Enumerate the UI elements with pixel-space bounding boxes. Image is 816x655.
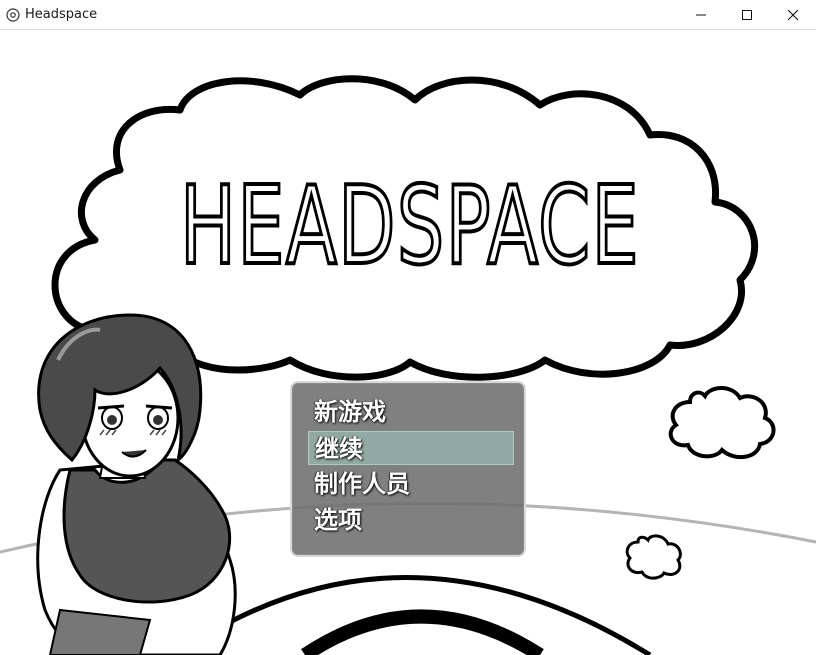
game-canvas[interactable]: HEADSPACE 新游戏 继续 制作人员 选项	[0, 30, 816, 655]
menu-item-credits[interactable]: 制作人员	[308, 467, 514, 501]
small-cloud-1	[668, 386, 776, 460]
title-bar: Headspace	[0, 0, 816, 30]
maximize-button[interactable]	[724, 0, 770, 30]
minimize-button[interactable]	[678, 0, 724, 30]
menu-item-continue[interactable]: 继续	[308, 431, 514, 465]
main-menu: 新游戏 继续 制作人员 选项	[290, 381, 526, 557]
window-title: Headspace	[25, 7, 98, 22]
close-icon	[787, 9, 799, 21]
title-scene-art	[0, 75, 816, 655]
app-icon	[6, 8, 20, 22]
close-button[interactable]	[770, 0, 816, 30]
planet-inner-arc	[301, 609, 544, 655]
menu-item-options[interactable]: 选项	[308, 503, 514, 537]
minimize-icon	[696, 14, 706, 16]
logo-text: HEADSPACE	[180, 168, 640, 278]
maximize-icon	[742, 10, 752, 20]
game-logo: HEADSPACE	[178, 168, 640, 278]
small-cloud-2	[625, 534, 682, 580]
menu-item-new-game[interactable]: 新游戏	[308, 395, 514, 429]
